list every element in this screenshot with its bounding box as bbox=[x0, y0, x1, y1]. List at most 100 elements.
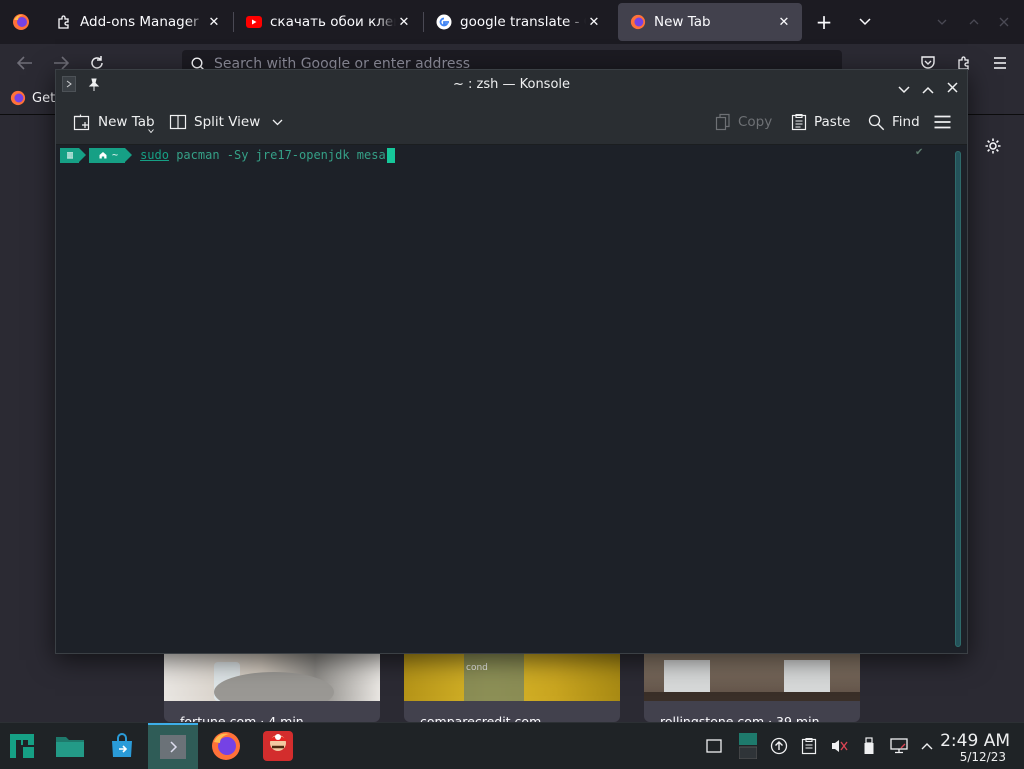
dropdown-indicator-icon bbox=[147, 126, 161, 135]
firefox-icon bbox=[210, 730, 242, 762]
tab-youtube[interactable]: скачать обои клеш рояль ✕ bbox=[234, 3, 422, 41]
firefox-menu-icon[interactable] bbox=[10, 11, 32, 33]
paste-icon bbox=[791, 113, 814, 131]
konsole-title-bar[interactable]: ~ : zsh — Konsole bbox=[56, 70, 967, 100]
command-sudo: sudo bbox=[140, 147, 169, 162]
close-tab-icon[interactable]: ✕ bbox=[206, 15, 222, 30]
clock-date: 5/12/23 bbox=[959, 750, 1006, 764]
story-card[interactable]: fortune.com · 4 min bbox=[164, 652, 380, 722]
prompt-line: ▥ ~ sudo pacman -Sy jre17-openjdk mesa bbox=[60, 146, 395, 164]
mario-icon bbox=[262, 730, 294, 762]
close-window-icon[interactable] bbox=[994, 12, 1014, 32]
close-tab-icon[interactable]: ✕ bbox=[396, 15, 412, 30]
taskbar-konsole-active[interactable] bbox=[148, 723, 198, 769]
clipboard-icon bbox=[801, 737, 817, 755]
tab-add-ons-manager[interactable]: Add-ons Manager ✕ bbox=[44, 3, 232, 41]
copy-icon bbox=[715, 113, 738, 131]
split-view-button[interactable]: Split View bbox=[169, 111, 290, 133]
tray-show-desktop[interactable] bbox=[702, 723, 726, 769]
clock-time: 2:49 AM bbox=[940, 731, 1010, 751]
find-button[interactable]: Find bbox=[868, 111, 920, 133]
shopping-bag-icon bbox=[109, 733, 135, 759]
network-wired-icon bbox=[890, 738, 908, 754]
usb-drive-icon bbox=[863, 737, 875, 755]
find-label: Find bbox=[892, 114, 920, 130]
google-icon bbox=[436, 14, 452, 30]
paste-button[interactable]: Paste bbox=[791, 111, 850, 133]
tray-updates[interactable] bbox=[767, 723, 791, 769]
taskbar-game[interactable] bbox=[256, 723, 300, 769]
hamburger-menu-icon bbox=[934, 115, 958, 129]
story-caption: comparecredit.com bbox=[420, 714, 542, 722]
taskbar: 2:49 AM 5/12/23 bbox=[0, 722, 1024, 769]
tab-new-tab[interactable]: New Tab ✕ bbox=[618, 3, 802, 41]
puzzle-icon bbox=[56, 14, 72, 30]
prompt-arrow bbox=[79, 148, 87, 162]
close-icon[interactable] bbox=[947, 78, 958, 97]
home-dir-segment: ~ bbox=[89, 147, 126, 163]
volume-muted-icon bbox=[830, 738, 848, 754]
paste-label: Paste bbox=[814, 114, 851, 130]
list-all-tabs-icon[interactable] bbox=[854, 10, 876, 34]
update-arrow-icon bbox=[770, 737, 788, 755]
story-image bbox=[164, 652, 380, 712]
current-dir: ~ bbox=[112, 149, 119, 161]
command-text: sudo pacman -Sy jre17-openjdk mesa bbox=[140, 147, 395, 163]
taskbar-discover[interactable] bbox=[104, 723, 140, 769]
prompt-arrow bbox=[125, 148, 133, 162]
svg-text:cond: cond bbox=[466, 663, 488, 673]
tab-title: Add-ons Manager bbox=[80, 14, 199, 30]
settings-gear-icon[interactable] bbox=[982, 135, 1004, 157]
new-tab-icon bbox=[73, 113, 98, 131]
firefox-icon bbox=[630, 14, 646, 30]
app-launcher-button[interactable] bbox=[4, 723, 40, 769]
hamburger-menu-icon[interactable] bbox=[990, 53, 1010, 73]
minimize-window-icon[interactable] bbox=[932, 12, 952, 32]
minimize-icon[interactable] bbox=[898, 79, 910, 98]
tab-title: New Tab bbox=[654, 14, 711, 30]
new-tab-icon[interactable]: + bbox=[812, 10, 836, 34]
story-image bbox=[644, 652, 860, 701]
maximize-icon[interactable] bbox=[922, 79, 934, 98]
window-title: ~ : zsh — Konsole bbox=[452, 77, 571, 92]
tray-pager[interactable] bbox=[736, 723, 760, 769]
konsole-window: ~ : zsh — Konsole New Tab Split View Cop… bbox=[55, 69, 968, 654]
window-icon bbox=[706, 739, 722, 753]
copy-button[interactable]: Copy bbox=[715, 111, 772, 133]
copy-label: Copy bbox=[738, 114, 773, 130]
back-arrow-icon[interactable] bbox=[14, 52, 36, 74]
terminal-icon bbox=[159, 734, 187, 760]
tray-clipboard[interactable] bbox=[797, 723, 821, 769]
maximize-window-icon[interactable] bbox=[964, 12, 984, 32]
tray-expand[interactable] bbox=[915, 723, 939, 769]
tab-title: google translate - Google bbox=[460, 14, 586, 30]
new-tab-label: New Tab bbox=[98, 114, 155, 130]
scrollbar[interactable] bbox=[955, 151, 961, 647]
terminal-area[interactable]: ▥ ~ sudo pacman -Sy jre17-openjdk mesa ✔ bbox=[56, 145, 967, 653]
hamburger-menu-button[interactable] bbox=[934, 111, 958, 133]
home-icon bbox=[99, 151, 107, 159]
konsole-toolbar: New Tab Split View Copy Paste Find bbox=[56, 100, 967, 145]
command-args: pacman -Sy jre17-openjdk mesa bbox=[168, 147, 386, 162]
story-card[interactable]: cond comparecredit.com bbox=[404, 652, 620, 722]
tab-google-translate[interactable]: google translate - Google ✕ bbox=[424, 3, 612, 41]
story-caption: fortune.com · 4 min bbox=[180, 714, 304, 722]
chevron-down-icon[interactable] bbox=[272, 119, 290, 126]
story-image: cond bbox=[404, 652, 620, 701]
close-tab-icon[interactable]: ✕ bbox=[776, 15, 792, 30]
tab-title: скачать обои клеш рояль bbox=[270, 14, 396, 30]
taskbar-firefox[interactable] bbox=[204, 723, 248, 769]
text-cursor bbox=[386, 147, 395, 163]
taskbar-files[interactable] bbox=[50, 723, 90, 769]
close-tab-icon[interactable]: ✕ bbox=[586, 15, 602, 30]
status-check-icon: ✔ bbox=[915, 147, 924, 158]
chevron-up-icon bbox=[921, 742, 933, 750]
scrollbar-thumb[interactable] bbox=[955, 151, 961, 647]
story-card[interactable]: rollingstone.com · 39 min bbox=[644, 652, 860, 722]
tray-volume[interactable] bbox=[827, 723, 851, 769]
tray-devices[interactable] bbox=[857, 723, 881, 769]
tray-network[interactable] bbox=[887, 723, 911, 769]
firefox-icon bbox=[10, 90, 26, 106]
split-view-label: Split View bbox=[194, 114, 261, 130]
new-tab-button[interactable]: New Tab bbox=[73, 111, 155, 134]
